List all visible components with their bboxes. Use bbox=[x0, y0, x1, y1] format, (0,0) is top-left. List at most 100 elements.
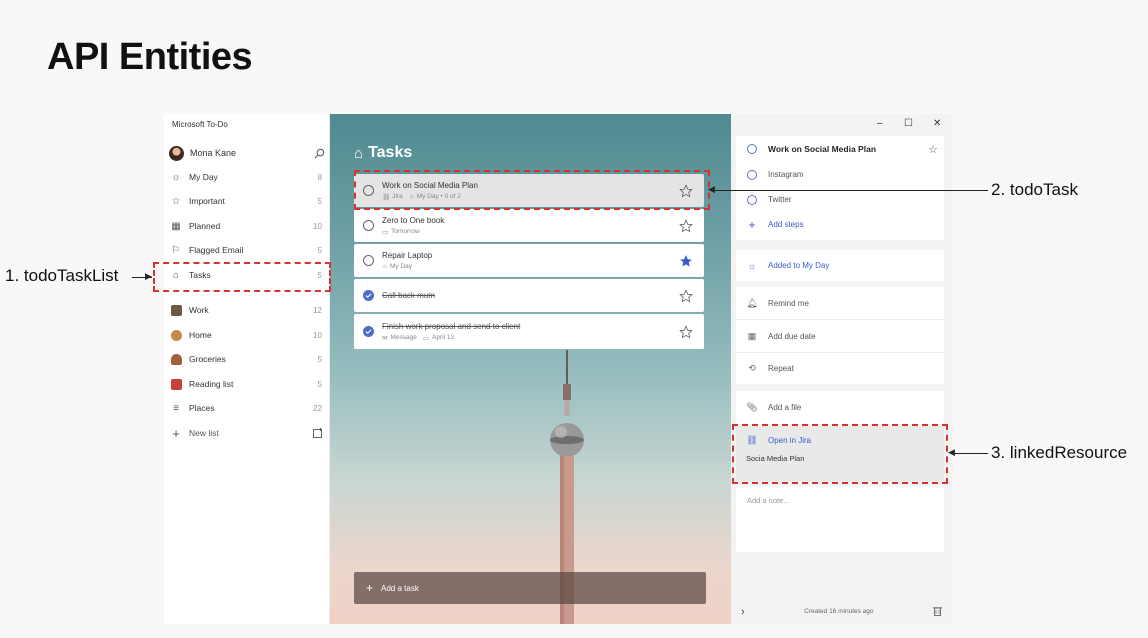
task-item[interactable]: Zero to One book ▭ Tomorrow bbox=[354, 209, 704, 242]
sidebar-item-work[interactable]: Work 12 bbox=[169, 300, 325, 320]
completed-checkbox[interactable] bbox=[363, 290, 374, 301]
task-item[interactable]: Repair Laptop ☼ My Day bbox=[354, 244, 704, 277]
sidebar-item-label: Planned bbox=[189, 221, 221, 231]
add-task-input[interactable]: + Add a task bbox=[354, 572, 706, 604]
task-meta: My Day bbox=[389, 263, 412, 270]
flag-icon: ⚐ bbox=[171, 244, 181, 256]
sidebar-item-count: 10 bbox=[313, 221, 322, 231]
app-name: Microsoft To-Do bbox=[172, 120, 228, 129]
step-checkbox[interactable] bbox=[746, 194, 758, 206]
add-task-placeholder: Add a task bbox=[381, 583, 419, 593]
highlight-todotask bbox=[354, 170, 710, 210]
added-to-my-day-button[interactable]: ☼ Added to My Day bbox=[736, 250, 944, 281]
note-placeholder: Add a note... bbox=[747, 496, 790, 505]
paperclip-icon: 📎︎ bbox=[746, 402, 758, 412]
sidebar-item-count: 10 bbox=[313, 330, 322, 340]
task-detail-title[interactable]: Work on Social Media Plan bbox=[768, 144, 928, 154]
work-icon bbox=[169, 303, 183, 317]
my-day-label: Added to My Day bbox=[768, 261, 830, 270]
complete-checkbox[interactable] bbox=[746, 143, 758, 155]
repeat-button[interactable]: ⟲ Repeat bbox=[736, 352, 944, 384]
step-checkbox[interactable] bbox=[746, 169, 758, 181]
sidebar-item-label: Home bbox=[189, 330, 212, 340]
sidebar-item-important[interactable]: ☆ Important 5 bbox=[169, 191, 325, 211]
due-date-label: Add due date bbox=[768, 331, 816, 341]
complete-checkbox[interactable] bbox=[363, 220, 374, 231]
sidebar-item-groceries[interactable]: Groceries 5 bbox=[169, 349, 325, 369]
repeat-icon: ⟲ bbox=[748, 363, 756, 373]
trash-icon[interactable] bbox=[933, 603, 942, 621]
slide: API Entities Microsoft To-Do Mona Kane ☼… bbox=[0, 0, 1148, 638]
new-list-button[interactable]: + New list bbox=[169, 423, 325, 443]
task-meta: April 13 bbox=[431, 333, 455, 341]
task-title: Call back mum bbox=[382, 291, 435, 300]
arrow-head-icon: ◀ bbox=[948, 447, 955, 457]
home-icon: ⌂ bbox=[354, 144, 364, 162]
task-item[interactable]: Call back mum bbox=[354, 279, 704, 312]
sidebar-item-count: 5 bbox=[317, 245, 322, 255]
search-icon[interactable] bbox=[313, 147, 325, 159]
sidebar: Microsoft To-Do Mona Kane ☼ My Day 8 ☆ I… bbox=[164, 114, 330, 624]
list-icon: ≡ bbox=[173, 402, 179, 414]
star-filled-icon[interactable] bbox=[678, 253, 694, 269]
step-item[interactable]: Twitter bbox=[768, 195, 792, 204]
add-file-button[interactable]: 📎︎ Add a file bbox=[736, 391, 944, 424]
created-timestamp: Created 16 minutes ago bbox=[804, 608, 874, 615]
annotation-label-2: 2. todoTask bbox=[991, 180, 1078, 199]
star-icon[interactable] bbox=[678, 218, 694, 234]
sidebar-item-places[interactable]: ≡ Places 22 bbox=[169, 398, 325, 418]
task-item[interactable]: Finish work proposal and send to client … bbox=[354, 314, 704, 349]
annotation-label-3: 3. linkedResource bbox=[991, 443, 1128, 462]
sidebar-item-home[interactable]: Home 10 bbox=[169, 325, 325, 345]
arrow-head-icon: ◀ bbox=[708, 184, 715, 194]
add-file-label: Add a file bbox=[768, 403, 802, 412]
detail-footer: › Created 16 minutes ago bbox=[731, 599, 952, 624]
slide-title: API Entities bbox=[47, 36, 253, 78]
task-title: Zero to One book bbox=[382, 215, 445, 225]
add-steps-label: Add steps bbox=[768, 220, 804, 229]
sidebar-item-count: 12 bbox=[313, 305, 322, 315]
task-title: Finish work proposal and send to client bbox=[382, 321, 521, 331]
note-field[interactable]: Add a note... bbox=[736, 486, 944, 552]
star-icon[interactable] bbox=[678, 324, 694, 340]
user-profile[interactable]: Mona Kane bbox=[169, 144, 325, 162]
groceries-icon bbox=[169, 352, 183, 366]
new-group-icon[interactable] bbox=[311, 426, 325, 440]
completed-checkbox[interactable] bbox=[363, 326, 374, 337]
repeat-label: Repeat bbox=[768, 364, 794, 373]
calendar-icon: ▦ bbox=[171, 220, 181, 232]
plus-icon: + bbox=[748, 217, 756, 232]
avatar bbox=[169, 145, 184, 161]
add-steps-button[interactable]: + Add steps bbox=[736, 212, 944, 237]
user-name: Mona Kane bbox=[190, 148, 237, 158]
sun-icon: ☼ bbox=[171, 171, 181, 183]
maximize-button[interactable]: ☐ bbox=[904, 118, 913, 129]
sidebar-item-my-day[interactable]: ☼ My Day 8 bbox=[169, 167, 325, 187]
sidebar-item-label: Flagged Email bbox=[189, 245, 244, 255]
remind-me-button[interactable]: 🔔︎ Remind me bbox=[736, 287, 944, 319]
star-icon[interactable] bbox=[678, 288, 694, 304]
sidebar-item-planned[interactable]: ▦ Planned 10 bbox=[169, 216, 325, 236]
task-meta: Message bbox=[390, 333, 417, 341]
list-title: ⌂ Tasks bbox=[354, 144, 412, 162]
highlight-todotasklist bbox=[153, 262, 331, 292]
book-icon bbox=[169, 377, 183, 391]
calendar-icon: ▦ bbox=[747, 330, 757, 341]
step-item[interactable]: Instagram bbox=[768, 170, 804, 179]
sidebar-item-label: My Day bbox=[189, 172, 218, 182]
complete-checkbox[interactable] bbox=[363, 255, 374, 266]
sidebar-item-label: Groceries bbox=[189, 354, 226, 364]
close-button[interactable]: ✕ bbox=[933, 118, 941, 129]
mail-icon: ✉ bbox=[382, 334, 388, 342]
star-icon[interactable]: ☆ bbox=[928, 143, 938, 156]
task-title: Repair Laptop bbox=[382, 251, 433, 260]
new-list-label: New list bbox=[189, 428, 219, 438]
plus-icon: + bbox=[172, 425, 180, 441]
minimize-button[interactable]: – bbox=[877, 118, 883, 129]
arrow-head-icon: ▶ bbox=[145, 271, 152, 281]
add-due-date-button[interactable]: ▦ Add due date bbox=[736, 319, 944, 352]
sidebar-item-flagged-email[interactable]: ⚐ Flagged Email 5 bbox=[169, 240, 325, 260]
sidebar-item-reading-list[interactable]: Reading list 5 bbox=[169, 374, 325, 394]
sidebar-item-count: 5 bbox=[317, 354, 322, 364]
calendar-icon: ▭ bbox=[382, 228, 389, 236]
